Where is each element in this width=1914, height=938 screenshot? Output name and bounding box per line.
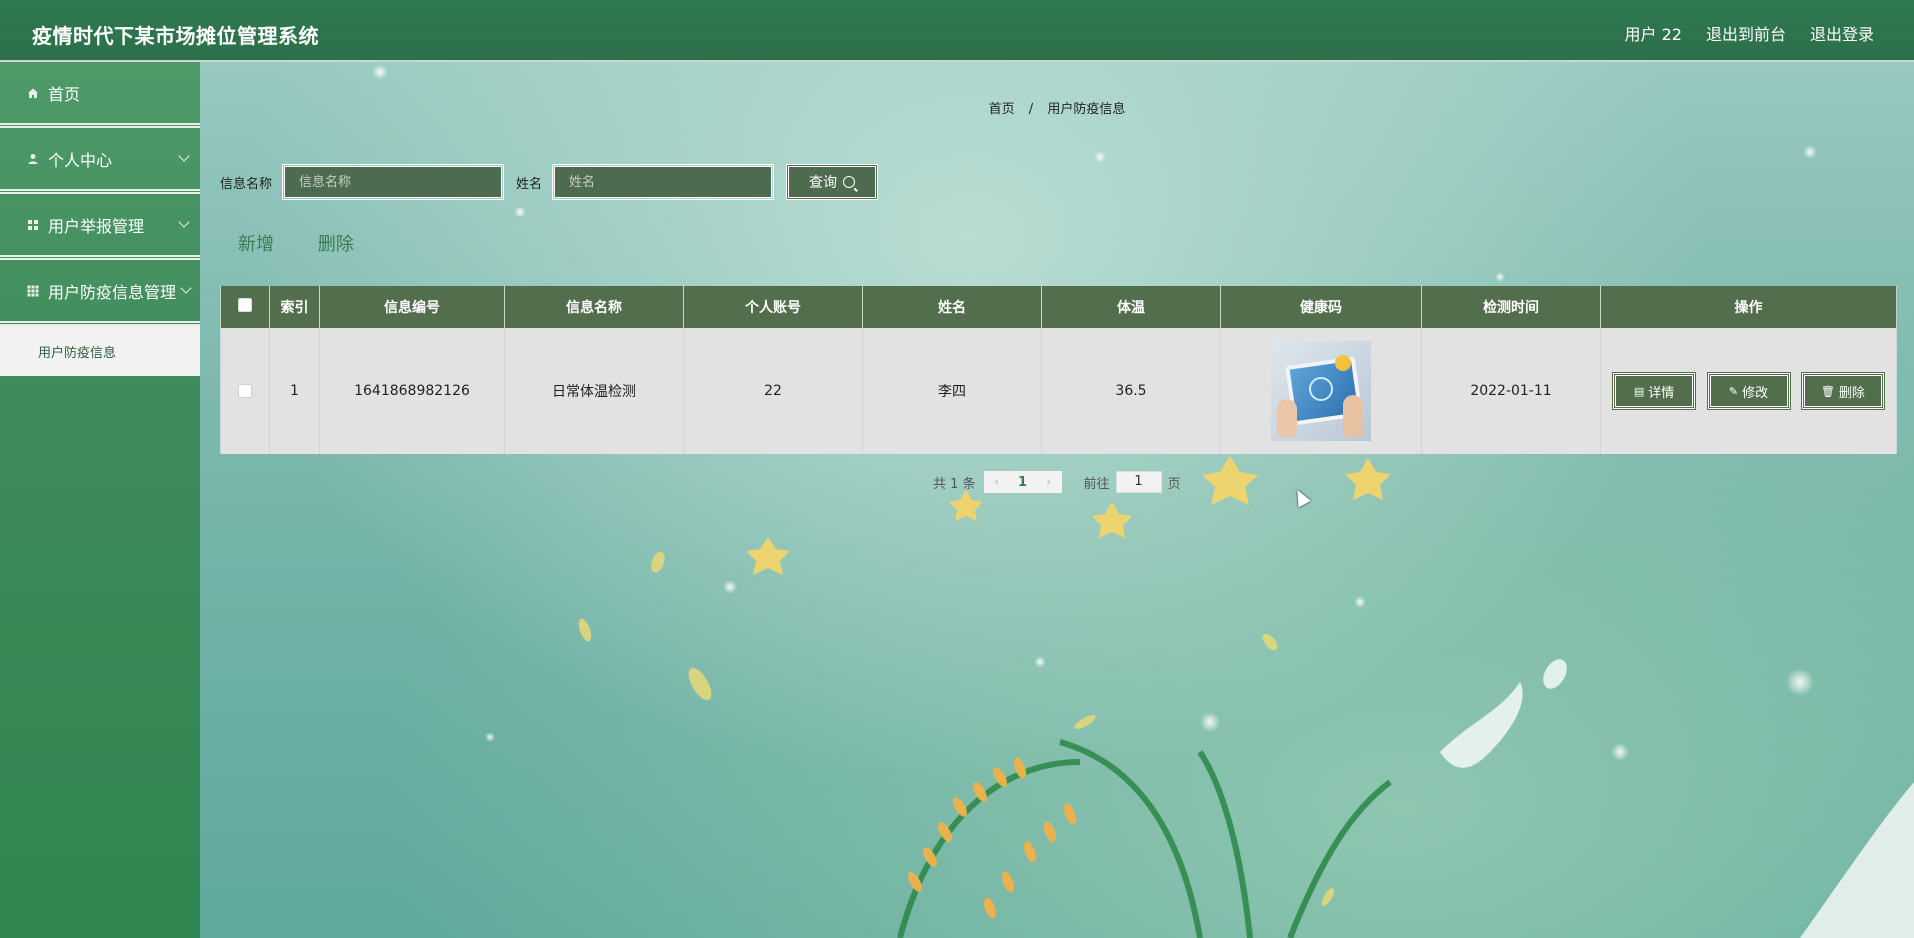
sidebar-item-home[interactable]: 首页 — [0, 62, 200, 128]
grid-icon — [26, 218, 40, 232]
pagination-pager: ‹ 1 › — [983, 471, 1062, 493]
home-icon — [26, 86, 40, 100]
chevron-down-icon — [178, 150, 190, 162]
select-all-checkbox[interactable] — [238, 298, 252, 312]
sidebar-item-epidemic-info-management[interactable]: 用户防疫信息管理 — [0, 260, 200, 326]
sidebar-item-label: 用户防疫信息管理 — [48, 282, 177, 302]
breadcrumb: 首页 / 用户防疫信息 — [200, 98, 1914, 117]
hand-shape — [1343, 395, 1363, 437]
main-content: 首页 / 用户防疫信息 信息名称 姓名 查询 新增 删除 索引 信息编号 信息名… — [200, 62, 1914, 938]
sidebar-item-report-management[interactable]: 用户举报管理 — [0, 194, 200, 260]
goto-label: 前往 — [1083, 476, 1110, 492]
info-name-label: 信息名称 — [220, 176, 273, 192]
batch-delete-button[interactable]: 删除 — [318, 234, 354, 255]
sidebar-item-label: 个人中心 — [48, 150, 113, 170]
heart-icon — [1309, 377, 1333, 401]
cell-account: 22 — [683, 328, 863, 454]
cell-index: 1 — [269, 328, 320, 454]
cell-info-name: 日常体温检测 — [504, 328, 684, 454]
breadcrumb-current: 用户防疫信息 — [1047, 102, 1126, 117]
plus-badge-icon — [1335, 355, 1351, 371]
user-icon — [26, 152, 40, 166]
header-links: 用户 22 退出到前台 退出登录 — [1601, 21, 1874, 45]
detail-button-label: 详情 — [1648, 385, 1675, 401]
epidemic-info-table: 索引 信息编号 信息名称 个人账号 姓名 体温 健康码 检测时间 操作 1 16… — [220, 286, 1897, 454]
goto-page-input[interactable]: 1 — [1115, 471, 1162, 493]
col-header-account: 个人账号 — [683, 286, 863, 328]
next-page-icon[interactable]: › — [1036, 475, 1062, 490]
sidebar-item-label: 用户举报管理 — [48, 216, 145, 236]
col-header-operations: 操作 — [1600, 286, 1897, 328]
logout-link[interactable]: 退出登录 — [1810, 21, 1874, 45]
col-header-health-code: 健康码 — [1220, 286, 1422, 328]
sidebar-item-personal-center[interactable]: 个人中心 — [0, 128, 200, 194]
edit-button[interactable]: ✎ 修改 — [1706, 372, 1791, 410]
search-bar: 信息名称 姓名 查询 — [220, 164, 879, 200]
page-number[interactable]: 1 — [1010, 475, 1036, 490]
col-header-check-time: 检测时间 — [1421, 286, 1601, 328]
chevron-down-icon — [180, 282, 192, 294]
cell-check-time: 2022-01-11 — [1421, 328, 1601, 454]
breadcrumb-home[interactable]: 首页 — [989, 102, 1015, 117]
select-all-cell — [220, 286, 270, 328]
col-header-index: 索引 — [269, 286, 320, 328]
query-button-label: 查询 — [809, 175, 838, 191]
breadcrumb-separator: / — [1028, 102, 1034, 117]
row-checkbox[interactable] — [238, 384, 252, 398]
sidebar: 首页 个人中心 用户举报管理 用户防疫信息管理 用户防疫信息 — [0, 62, 200, 938]
cell-temperature: 36.5 — [1041, 328, 1221, 454]
row-select-cell — [220, 328, 270, 454]
health-code-image[interactable] — [1271, 341, 1371, 441]
delete-button-label: 删除 — [1838, 385, 1865, 401]
col-header-code: 信息编号 — [319, 286, 505, 328]
delete-button[interactable]: 🗑 删除 — [1800, 372, 1885, 410]
cell-health-code — [1220, 328, 1422, 454]
pencil-icon: ✎ — [1728, 384, 1739, 398]
info-name-input-wrapper — [282, 164, 505, 200]
cell-person-name: 李四 — [862, 328, 1042, 454]
info-name-input[interactable] — [297, 173, 490, 191]
sidebar-item-label: 首页 — [48, 84, 81, 104]
person-name-label: 姓名 — [516, 176, 543, 192]
prev-page-icon[interactable]: ‹ — [984, 475, 1010, 490]
query-button[interactable]: 查询 — [786, 164, 879, 200]
trash-icon: 🗑 — [1820, 384, 1835, 398]
person-name-input-wrapper — [552, 164, 775, 200]
col-header-name: 姓名 — [862, 286, 1042, 328]
top-header: 疫情时代下某市场摊位管理系统 用户 22 退出到前台 退出登录 — [0, 0, 1914, 62]
grid-icon — [26, 284, 40, 298]
edit-button-label: 修改 — [1742, 385, 1769, 401]
chevron-down-icon — [178, 216, 190, 228]
exit-to-front-link[interactable]: 退出到前台 — [1706, 21, 1786, 45]
pagination-total: 共 1 条 — [933, 476, 976, 492]
action-links: 新增 删除 — [238, 230, 392, 256]
page-unit-label: 页 — [1167, 476, 1181, 492]
pagination: 共 1 条 ‹ 1 › 前往 1 页 — [933, 471, 1181, 493]
sidebar-subitem-user-epidemic-info[interactable]: 用户防疫信息 — [0, 326, 200, 376]
cell-code: 1641868982126 — [319, 328, 505, 454]
document-icon: ▤ — [1633, 384, 1645, 398]
col-header-temperature: 体温 — [1041, 286, 1221, 328]
add-button[interactable]: 新增 — [238, 234, 274, 255]
cell-operations: ▤ 详情 ✎ 修改 🗑 删除 — [1600, 328, 1897, 454]
table-header-row: 索引 信息编号 信息名称 个人账号 姓名 体温 健康码 检测时间 操作 — [220, 286, 1897, 328]
table-row: 1 1641868982126 日常体温检测 22 李四 36.5 2022-0… — [220, 328, 1897, 454]
current-user[interactable]: 用户 22 — [1625, 21, 1682, 45]
person-name-input[interactable] — [567, 173, 760, 191]
col-header-info-name: 信息名称 — [504, 286, 684, 328]
detail-button[interactable]: ▤ 详情 — [1612, 372, 1697, 410]
app-title: 疫情时代下某市场摊位管理系统 — [32, 24, 319, 48]
hand-shape — [1277, 399, 1297, 437]
search-icon — [843, 176, 856, 188]
